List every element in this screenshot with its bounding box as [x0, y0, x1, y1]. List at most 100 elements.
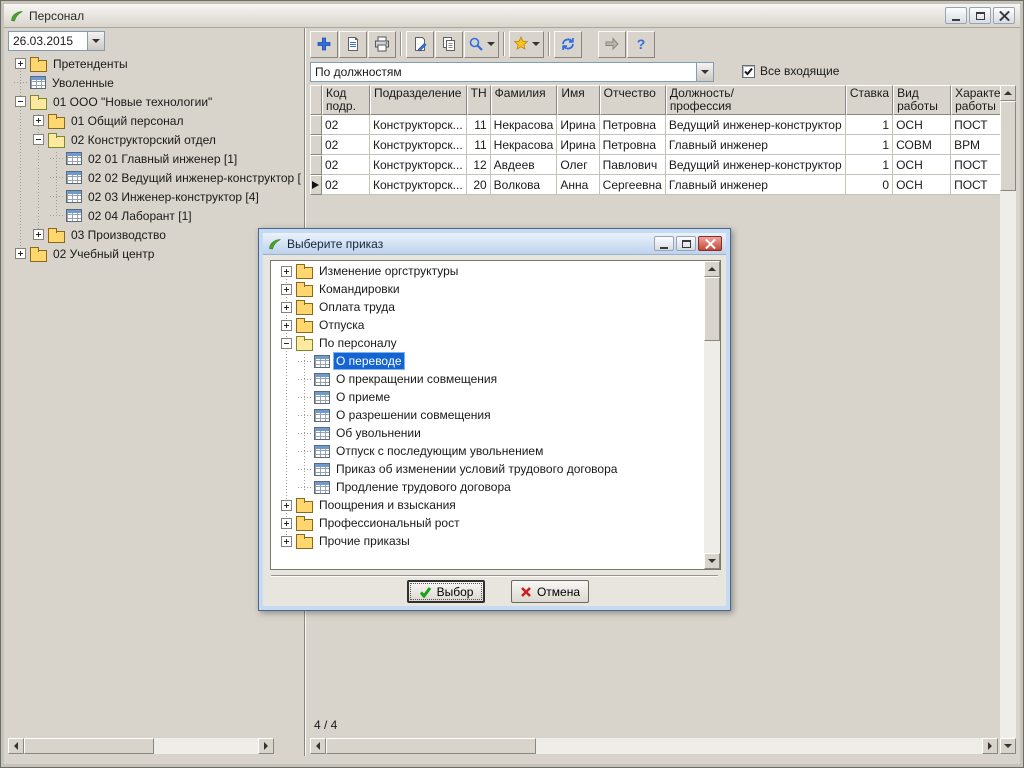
expand-icon[interactable] — [32, 228, 45, 241]
close-button[interactable] — [993, 7, 1015, 24]
scroll-up-button[interactable] — [704, 261, 720, 277]
cell[interactable]: Ирина — [557, 135, 600, 155]
scroll-down-button[interactable] — [1000, 738, 1016, 754]
tree-item[interactable]: 01 Общий персонал — [8, 111, 302, 130]
tree-item[interactable]: Профессиональный рост — [272, 514, 703, 532]
export-button[interactable] — [406, 30, 434, 58]
dialog-vertical-scrollbar[interactable] — [704, 261, 720, 569]
scroll-left-button[interactable] — [8, 738, 24, 754]
grid-horizontal-scrollbar[interactable] — [310, 738, 998, 754]
tree-item[interactable]: О разрешении совмещения — [272, 406, 703, 424]
cell[interactable]: ОСН — [893, 175, 952, 195]
tree-item[interactable]: Изменение оргструктуры — [272, 262, 703, 280]
cell[interactable]: 0 — [845, 175, 894, 195]
tree-item[interactable]: 02 03 Инженер-конструктор [4] — [8, 187, 302, 206]
checkbox[interactable] — [742, 64, 755, 78]
scrollbar-track[interactable] — [704, 277, 720, 553]
refresh-button[interactable] — [554, 30, 582, 58]
scrollbar-track[interactable] — [326, 738, 982, 754]
grid-row-current[interactable]: 02 Конструкторск... 20 Волкова Анна Серг… — [310, 175, 1012, 195]
search-button[interactable] — [464, 30, 499, 58]
date-dropdown-button[interactable] — [87, 32, 104, 50]
scrollbar-track[interactable] — [24, 738, 258, 754]
tree-item[interactable]: Оплата труда — [272, 298, 703, 316]
scrollbar-track[interactable] — [1000, 101, 1016, 738]
collapse-icon[interactable] — [280, 337, 293, 350]
expand-icon[interactable] — [280, 283, 293, 296]
cell[interactable]: 02 — [322, 135, 370, 155]
cell[interactable]: Волкова — [490, 175, 558, 195]
column-header[interactable]: Имя — [557, 85, 600, 115]
cell[interactable]: Петровна — [599, 115, 666, 135]
scrollbar-thumb[interactable] — [326, 738, 536, 754]
cell[interactable]: 1 — [845, 135, 894, 155]
column-header[interactable]: Отчество — [599, 85, 666, 115]
cell[interactable]: Ведущий инженер-конструктор — [665, 155, 846, 175]
cell[interactable]: ОСН — [893, 155, 952, 175]
grid-row[interactable]: 02 Конструкторск... 12 Авдеев Олег Павло… — [310, 155, 1012, 175]
cell[interactable]: Олег — [557, 155, 600, 175]
column-header[interactable]: Код подр. — [322, 85, 370, 115]
forward-button[interactable] — [598, 30, 626, 58]
tree-item[interactable]: Уволенные — [8, 73, 302, 92]
cell[interactable]: Петровна — [599, 135, 666, 155]
cancel-button[interactable]: Отмена — [511, 580, 589, 603]
cell[interactable]: 11 — [466, 115, 491, 135]
column-header[interactable]: Должность/ профессия — [665, 85, 846, 115]
cell[interactable]: Ведущий инженер-конструктор — [665, 115, 846, 135]
tree-item[interactable]: Продление трудового договора — [272, 478, 703, 496]
cell[interactable]: СОВМ — [893, 135, 952, 155]
scroll-left-button[interactable] — [310, 738, 326, 754]
cell[interactable]: 11 — [466, 135, 491, 155]
cell[interactable]: 20 — [466, 175, 491, 195]
print-button[interactable] — [368, 30, 396, 58]
cell[interactable]: Некрасова — [490, 115, 558, 135]
card-button[interactable] — [339, 30, 367, 58]
cell[interactable]: Авдеев — [490, 155, 558, 175]
scroll-down-button[interactable] — [704, 553, 720, 569]
tree-item[interactable]: 02 01 Главный инженер [1] — [8, 149, 302, 168]
scroll-right-button[interactable] — [982, 738, 998, 754]
scrollbar-thumb[interactable] — [704, 277, 720, 341]
minimize-button[interactable] — [945, 7, 967, 24]
tree-item[interactable]: 01 ООО "Новые технологии" — [8, 92, 302, 111]
cell[interactable]: Конструкторск... — [370, 135, 467, 155]
cell[interactable]: Павлович — [599, 155, 666, 175]
cell[interactable]: Некрасова — [490, 135, 558, 155]
column-header[interactable]: Подразделение — [370, 85, 467, 115]
cell[interactable]: Главный инженер — [665, 175, 846, 195]
cell[interactable]: 1 — [845, 115, 894, 135]
tree-item[interactable]: По персоналу — [272, 334, 703, 352]
expand-icon[interactable] — [32, 114, 45, 127]
grid-row[interactable]: 02 Конструкторск... 11 Некрасова Ирина П… — [310, 115, 1012, 135]
cell[interactable]: 02 — [322, 175, 370, 195]
tree-item[interactable]: Претенденты — [8, 54, 302, 73]
select-button[interactable]: Выбор — [407, 580, 485, 603]
scroll-up-button[interactable] — [1000, 85, 1016, 101]
expand-icon[interactable] — [14, 57, 27, 70]
dialog-close-button[interactable] — [698, 236, 722, 251]
cell[interactable]: 1 — [845, 155, 894, 175]
left-horizontal-scrollbar[interactable] — [8, 738, 274, 754]
expand-icon[interactable] — [280, 517, 293, 530]
cell[interactable]: Главный инженер — [665, 135, 846, 155]
dialog-maximize-button[interactable] — [676, 236, 696, 251]
help-button[interactable]: ? — [627, 30, 655, 58]
tree-item[interactable]: Отпуск с последующим увольнением — [272, 442, 703, 460]
chevron-down-icon[interactable] — [487, 42, 495, 50]
expand-icon[interactable] — [280, 319, 293, 332]
cell[interactable]: Конструкторск... — [370, 115, 467, 135]
chevron-down-icon[interactable] — [532, 42, 540, 50]
tree-item[interactable]: Об увольнении — [272, 424, 703, 442]
cell[interactable]: Анна — [557, 175, 600, 195]
cell[interactable]: Сергеевна — [599, 175, 666, 195]
scrollbar-thumb[interactable] — [24, 738, 154, 754]
cell[interactable]: ОСН — [893, 115, 952, 135]
tree-item[interactable]: 02 02 Ведущий инженер-конструктор [ — [8, 168, 302, 187]
cell[interactable]: 02 — [322, 115, 370, 135]
date-picker[interactable]: 26.03.2015 — [8, 31, 105, 51]
orders-button[interactable] — [509, 30, 544, 58]
grid-vertical-scrollbar[interactable] — [1000, 85, 1016, 754]
tree-item[interactable]: 02 04 Лаборант [1] — [8, 206, 302, 225]
cell[interactable]: Конструкторск... — [370, 155, 467, 175]
